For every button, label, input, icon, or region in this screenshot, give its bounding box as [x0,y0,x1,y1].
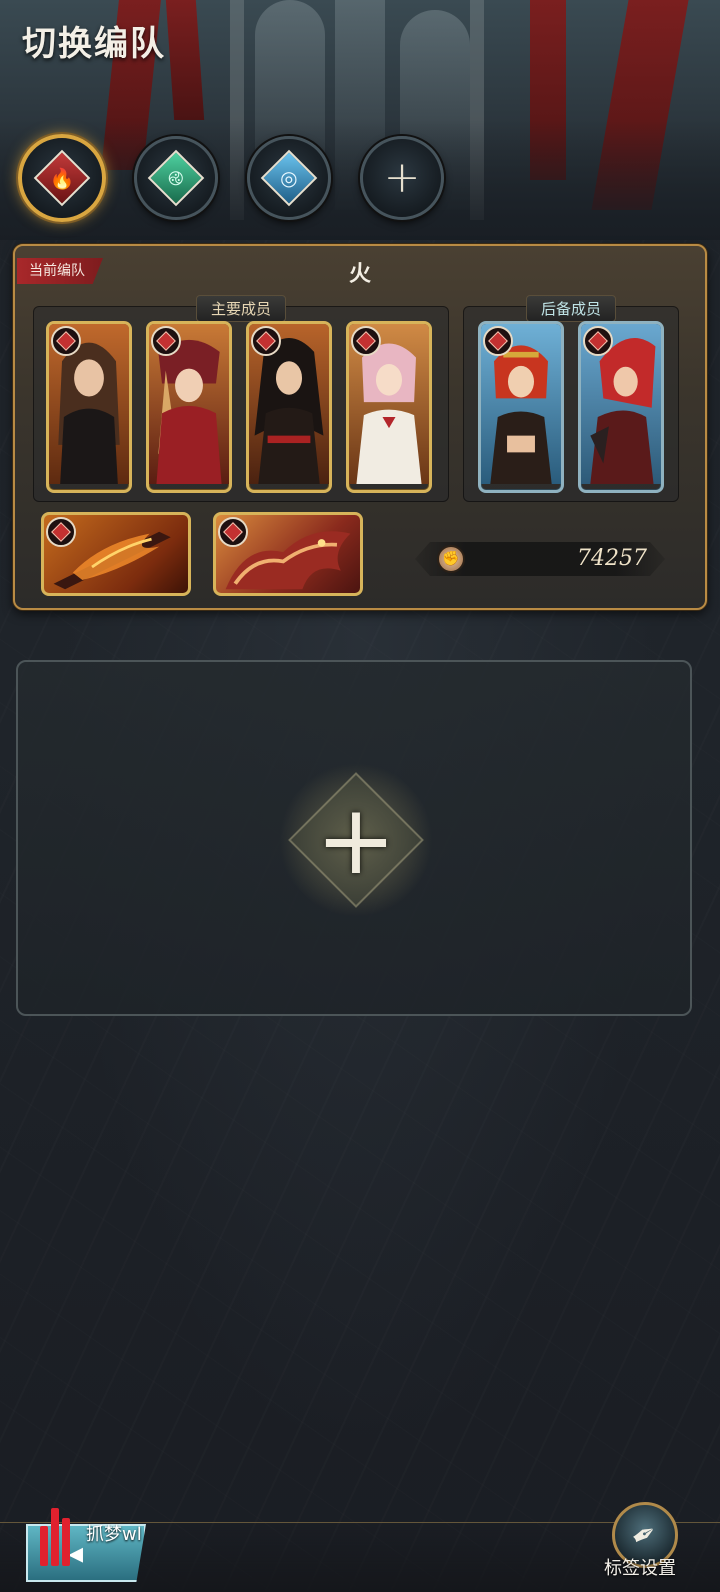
page-title: 切换编队 [22,24,166,64]
reserve-member-slot-2[interactable] [578,321,664,493]
summon-slot[interactable] [213,512,363,596]
team-tab-wind[interactable]: ࿋ [134,136,218,220]
reserve-members-label: 后备成员 [525,295,617,322]
wind-element-icon: ࿋ [147,149,205,207]
reserve-members-group: 后备成员 [463,295,679,502]
fist-icon: ✊ [437,545,465,573]
reserve-member-slot-1[interactable] [478,321,564,493]
feather-icon: ✒ [625,1513,665,1557]
fire-element-icon [218,517,248,547]
fire-element-icon [351,326,381,356]
weapon-slot[interactable] [41,512,191,596]
main-members-group: 主要成员 [33,295,449,502]
fire-element-icon [151,326,181,356]
empty-team-slot[interactable]: + [16,660,692,1016]
tag-settings-label[interactable]: 标签设置 [604,1554,676,1580]
current-team-card[interactable]: 当前编队 火 主要成员 后备成员 ✊ 74257 [13,244,707,610]
main-member-slot-3[interactable] [246,321,332,493]
team-tab-fire[interactable]: 🔥 [18,134,106,222]
fire-element-icon [583,326,613,356]
fire-element-icon [251,326,281,356]
plus-icon: + [315,784,397,896]
main-members-label: 主要成员 [195,295,287,322]
water-element-icon: ◎ [260,149,318,207]
team-power-display: ✊ 74257 [415,542,665,576]
main-member-slot-4[interactable] [346,321,432,493]
watermark-text: 抓梦wl [86,1524,142,1545]
main-member-slot-1[interactable] [46,321,132,493]
team-power-value: 74257 [577,546,647,571]
team-tab-water[interactable]: ◎ [247,136,331,220]
team-tab-add[interactable]: + [360,136,444,220]
fire-element-icon [46,517,76,547]
banner-decoration [165,0,205,120]
fire-element-icon [483,326,513,356]
fire-element-icon [51,326,81,356]
plus-icon: + [383,152,421,203]
fire-element-icon: 🔥 [33,149,91,207]
main-member-slot-2[interactable] [146,321,232,493]
logo-mark [40,1506,80,1566]
team-name: 火 [348,262,371,287]
